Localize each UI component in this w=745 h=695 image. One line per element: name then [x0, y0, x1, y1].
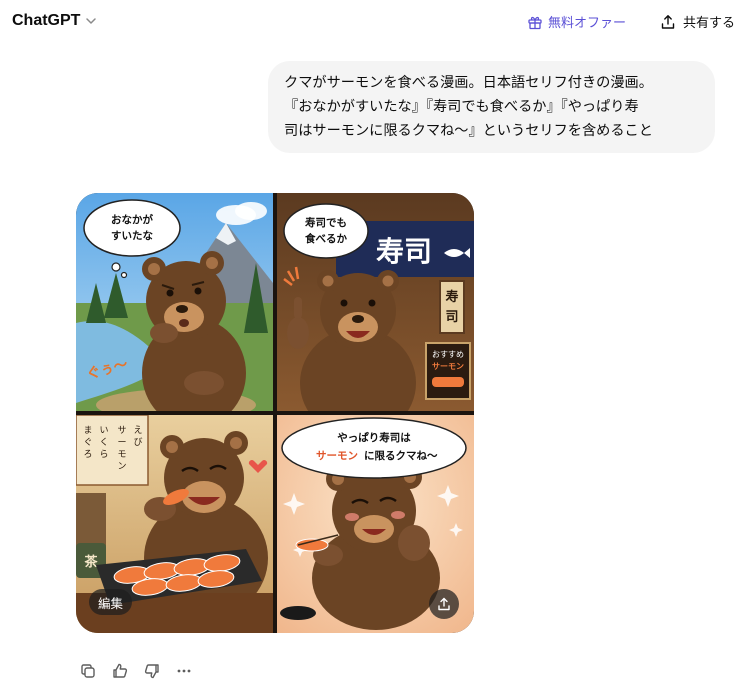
thumbs-up-icon — [113, 663, 128, 678]
model-selector[interactable]: ChatGPT — [12, 12, 98, 30]
svg-text:ぐ: ぐ — [83, 438, 92, 448]
gift-icon — [528, 16, 542, 29]
bad-response-button[interactable] — [140, 659, 164, 683]
copy-icon — [81, 664, 95, 678]
user-message-bubble: クマがサーモンを食べる漫画。日本語セリフ付きの漫画。 『おなかがすいたな』『寿司… — [268, 61, 715, 153]
board-line-2: サーモン — [432, 362, 464, 371]
thumbs-down-icon — [144, 664, 159, 679]
share-button[interactable]: 共有する — [660, 12, 735, 31]
svg-text:ー: ー — [117, 438, 126, 448]
menu-col-3: サ — [117, 425, 126, 436]
board-line-1: おすすめ — [432, 350, 464, 359]
bubble-2-line-1: 寿司でも — [305, 216, 347, 229]
svg-text:び: び — [133, 437, 142, 448]
copy-button[interactable] — [76, 659, 100, 683]
menu-col-4: え — [133, 425, 142, 436]
chevron-down-icon — [86, 18, 97, 24]
comic-image: おなかが すいたな ぐぅ〜 寿司 寿 司 おすすめ サーモン 寿司でも 食べるか… — [76, 193, 474, 633]
model-name: ChatGPT — [12, 12, 81, 29]
share-label: 共有する — [683, 16, 736, 31]
download-icon — [438, 597, 450, 611]
edit-image-button[interactable]: 編集 — [89, 589, 133, 615]
edit-label: 編集 — [98, 595, 124, 611]
menu-col-2: い — [99, 426, 108, 436]
panel-2: 寿司 寿 司 おすすめ サーモン 寿司でも 食べるか — [277, 193, 474, 438]
share-icon — [661, 14, 675, 29]
more-actions-button[interactable] — [172, 659, 196, 683]
svg-text:ら: ら — [99, 449, 108, 460]
svg-text:ン: ン — [117, 462, 126, 472]
good-response-button[interactable] — [108, 659, 132, 683]
free-offer-button[interactable]: 無料オファー — [527, 12, 626, 31]
bubble-4-line-2: に限るクマね〜 — [364, 450, 438, 462]
vertical-sign-top: 寿 — [445, 289, 458, 305]
tea-cup-label: 茶 — [84, 554, 98, 570]
free-offer-label: 無料オファー — [548, 16, 627, 31]
svg-text:ろ: ろ — [83, 449, 92, 460]
top-bar: ChatGPT 無料オファー 共有する — [0, 0, 745, 48]
download-image-button[interactable] — [429, 589, 459, 619]
svg-text:モ: モ — [117, 450, 126, 460]
bubble-4-line-1: やっぱり寿司は — [337, 431, 411, 444]
bubble-4-accent: サーモン — [316, 450, 358, 462]
more-icon — [177, 669, 191, 673]
menu-col-1: ま — [83, 425, 92, 436]
bubble-2-line-2: 食べるか — [304, 232, 347, 245]
noren-sign: 寿司 — [376, 235, 432, 268]
generated-image[interactable]: おなかが すいたな ぐぅ〜 寿司 寿 司 おすすめ サーモン 寿司でも 食べるか… — [76, 193, 474, 633]
message-actions — [76, 659, 196, 683]
user-message-text: クマがサーモンを食べる漫画。日本語セリフ付きの漫画。 『おなかがすいたな』『寿司… — [284, 75, 653, 139]
bubble-1-line-2: すいたな — [111, 230, 153, 242]
vertical-sign-bottom: 司 — [445, 310, 458, 325]
svg-text:く: く — [99, 438, 108, 448]
panel-1: おなかが すいたな ぐぅ〜 — [76, 193, 273, 428]
bubble-1-line-1: おなかが — [111, 213, 153, 226]
